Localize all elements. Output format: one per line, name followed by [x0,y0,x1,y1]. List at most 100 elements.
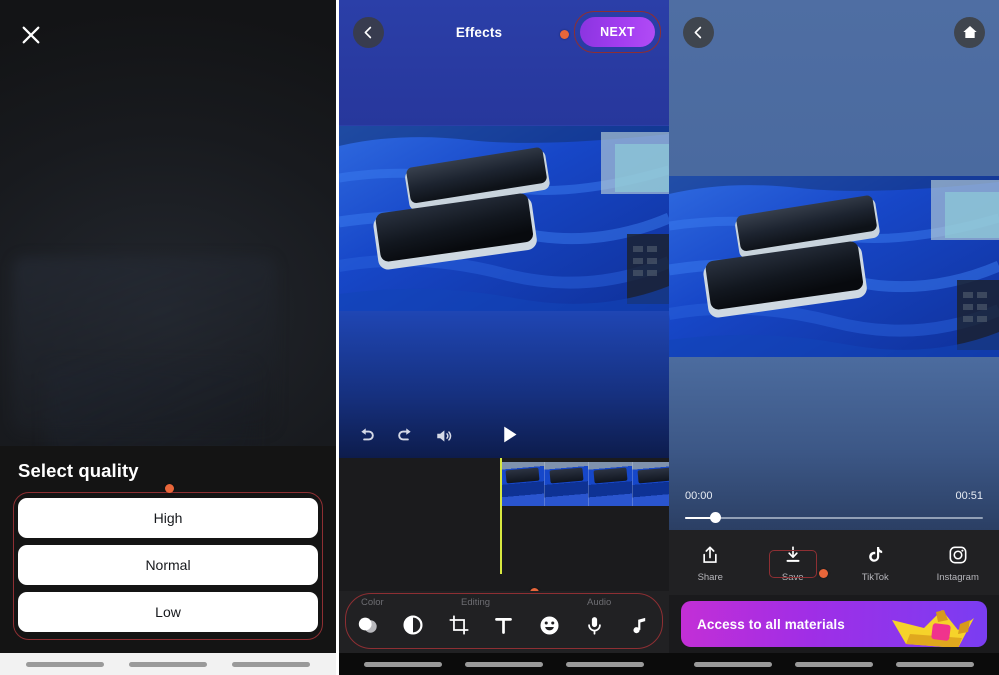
text-t-icon [495,617,513,634]
home-indicator-segment [895,661,974,667]
editor-tool-bar: Color Editing Audio [339,591,669,653]
home-indicator-segment [694,661,773,667]
tiktok-button[interactable]: TikTok [834,545,917,583]
home-indicator-segment [464,661,543,667]
download-save-icon [786,546,800,562]
premium-banner-label: Access to all materials [697,616,845,632]
cursor-dot [165,484,174,493]
action-label: Save [781,572,804,583]
home-indicator-segment [794,661,873,667]
redo-button[interactable] [396,426,415,450]
instagram-button[interactable]: Instagram [917,545,999,583]
undo-button[interactable] [357,426,376,450]
home-button[interactable] [954,16,985,48]
quality-option-normal[interactable]: Normal [18,545,318,585]
home-indicator-segment [128,661,207,667]
action-label: TikTok [861,572,889,583]
page-title: Effects [455,24,503,40]
close-button[interactable] [16,20,46,50]
playback-time-row: 00:00 00:51 [685,490,983,502]
cursor-dot [560,30,570,39]
redo-icon [398,428,411,441]
chevron-left-icon [364,26,372,38]
tool-icon-row [339,608,669,637]
next-button-label: NEXT [600,25,635,39]
home-indicator-segment [364,661,443,667]
panel-effects-editor: Effects NEXT Color Editing Audio [339,0,669,675]
filter-tool-button[interactable] [353,613,383,637]
video-frame-image [669,176,999,357]
quality-option-low[interactable]: Low [18,592,318,632]
timeline-playhead[interactable] [500,458,502,574]
voiceover-tool-button[interactable] [580,615,610,636]
home-indicator-bar [0,653,336,675]
close-x-icon [22,26,40,44]
premium-banner[interactable]: Access to all materials [681,601,987,647]
playback-slider[interactable] [685,512,983,524]
volume-icon [437,429,452,442]
sticker-tool-button[interactable] [534,614,564,637]
home-indicator-segment [26,661,105,667]
tool-category-color: Color [361,597,384,608]
filter-circles-icon [358,617,377,633]
back-button[interactable] [683,16,714,48]
music-note-icon [633,617,646,633]
timeline-clip-strip[interactable] [501,462,669,506]
crop-icon [449,615,469,635]
action-label: Instagram [936,572,979,583]
quality-sheet: Select quality High Normal Low [0,446,336,653]
video-preview[interactable] [669,176,999,357]
play-button[interactable] [499,424,520,450]
next-button[interactable]: NEXT [580,17,655,47]
save-button[interactable]: Save [752,545,835,583]
time-start-label: 00:00 [685,490,713,502]
volume-button[interactable] [435,427,453,450]
microphone-icon [588,616,601,635]
video-frame-image [339,126,669,311]
quality-option-label: Normal [145,557,191,573]
share-button[interactable]: Share [669,545,752,583]
cursor-dot [819,569,828,578]
slider-knob[interactable] [710,512,721,523]
chevron-left-icon [694,26,702,38]
slider-track [685,517,983,519]
crop-tool-button[interactable] [444,614,474,636]
quality-option-label: High [153,510,183,526]
home-indicator-bar [669,653,999,675]
export-header [669,14,999,50]
editor-header: Effects NEXT [339,11,669,53]
screenshot-root: Select quality High Normal Low Effects N… [0,0,999,675]
tiktok-icon [869,547,883,562]
sticker-smiley-icon [540,615,559,635]
export-action-bar: Share Save TikTok Instagram [669,530,999,598]
time-end-label: 00:51 [955,490,983,502]
clip-thumbnail [589,462,633,506]
share-up-icon [703,546,717,563]
home-icon [962,26,977,38]
home-indicator-segment [565,661,644,667]
clip-thumbnail [633,462,669,506]
clip-thumbnail [501,462,545,506]
video-preview[interactable] [339,126,669,311]
tool-category-audio: Audio [587,597,612,608]
panel-select-quality: Select quality High Normal Low [0,0,336,675]
quality-option-label: Low [155,604,181,620]
home-indicator-bar [339,653,669,675]
contrast-tool-button[interactable] [398,614,428,636]
quality-option-high[interactable]: High [18,498,318,538]
clip-thumbnail [545,462,589,506]
contrast-icon [403,615,423,635]
instagram-icon [949,546,967,564]
panel-export-share: 00:00 00:51 Share Save TikTok Instagram … [669,0,999,675]
crown-icon [884,604,979,647]
play-icon [504,426,517,443]
export-lower-backdrop [669,357,999,530]
music-tool-button[interactable] [625,615,655,636]
editor-timeline[interactable]: 00:51 00.0 [339,458,669,613]
action-label: Share [697,572,723,583]
tool-category-labels: Color Editing Audio [339,591,669,608]
home-indicator-segment [231,661,310,667]
text-tool-button[interactable] [489,615,519,636]
tool-category-editing: Editing [461,597,491,608]
undo-icon [361,428,374,441]
